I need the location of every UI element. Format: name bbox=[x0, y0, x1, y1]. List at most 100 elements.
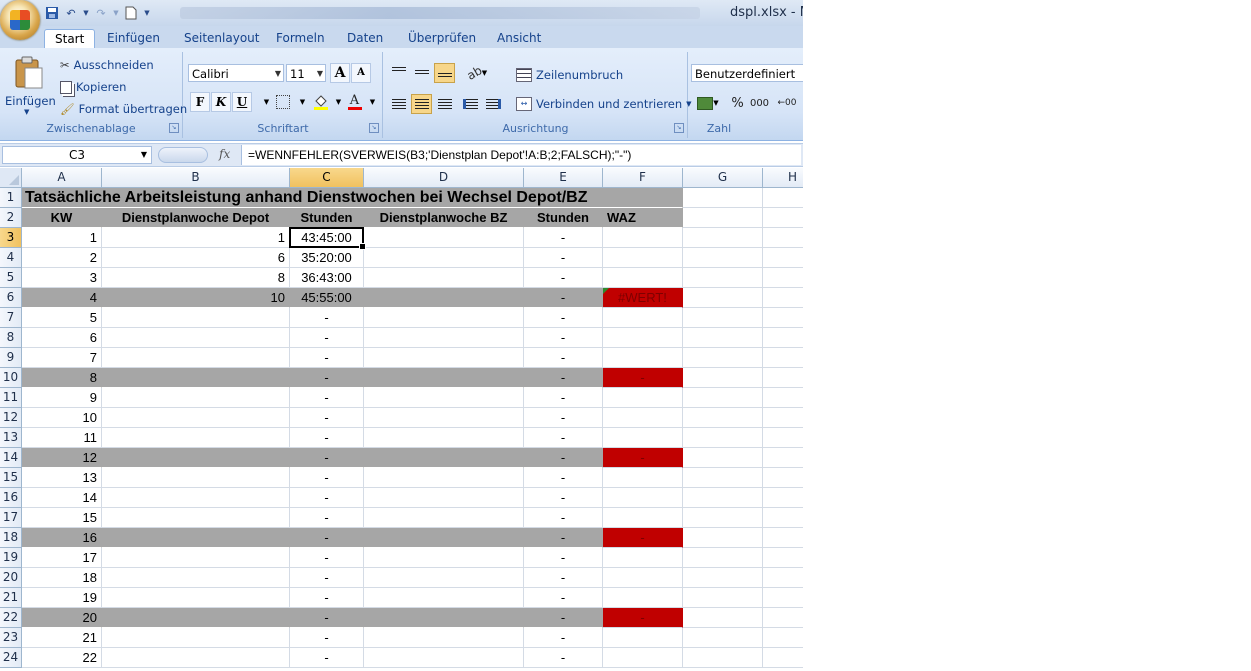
waz-cell[interactable] bbox=[603, 388, 683, 408]
redo-icon[interactable]: ↷ bbox=[93, 5, 109, 21]
stunden-depot-cell[interactable]: - bbox=[290, 448, 364, 468]
empty-cell[interactable] bbox=[763, 328, 803, 348]
row-header-13[interactable]: 13 bbox=[0, 428, 22, 448]
tab-start[interactable]: Start bbox=[44, 29, 96, 49]
dienstplanwoche-depot-cell[interactable] bbox=[102, 588, 290, 608]
format-painter-button[interactable]: 🖌 Format übertragen bbox=[60, 102, 187, 116]
kw-cell[interactable]: 7 bbox=[22, 348, 102, 368]
empty-cell[interactable] bbox=[763, 388, 803, 408]
dienstplanwoche-depot-cell[interactable] bbox=[102, 448, 290, 468]
column-header-d[interactable]: D bbox=[364, 168, 524, 188]
empty-cell[interactable] bbox=[763, 288, 803, 308]
empty-cell[interactable] bbox=[683, 328, 763, 348]
dienstplanwoche-depot-cell[interactable] bbox=[102, 548, 290, 568]
empty-cell[interactable] bbox=[763, 308, 803, 328]
kw-cell[interactable]: 12 bbox=[22, 448, 102, 468]
stunden-depot-cell[interactable]: - bbox=[290, 568, 364, 588]
undo-icon[interactable]: ↶ bbox=[63, 5, 79, 21]
stunden-bz-cell[interactable]: - bbox=[524, 648, 603, 668]
stunden-depot-cell[interactable]: - bbox=[290, 528, 364, 548]
row-header-6[interactable]: 6 bbox=[0, 288, 22, 308]
wrap-text-button[interactable]: Zeilenumbruch bbox=[516, 68, 623, 82]
kw-cell[interactable]: 15 bbox=[22, 508, 102, 528]
column-label-2[interactable]: Dienstplanwoche Depot bbox=[102, 208, 290, 228]
dienstplanwoche-bz-cell[interactable] bbox=[364, 648, 524, 668]
kw-cell[interactable]: 22 bbox=[22, 648, 102, 668]
row-header-8[interactable]: 8 bbox=[0, 328, 22, 348]
empty-cell[interactable] bbox=[683, 228, 763, 248]
stunden-depot-cell[interactable]: - bbox=[290, 588, 364, 608]
dienstplanwoche-depot-cell[interactable]: 1 bbox=[102, 228, 290, 248]
waz-cell[interactable] bbox=[603, 568, 683, 588]
dienstplanwoche-depot-cell[interactable] bbox=[102, 508, 290, 528]
stunden-depot-cell[interactable]: - bbox=[290, 328, 364, 348]
increase-indent-button[interactable] bbox=[483, 94, 504, 114]
stunden-bz-cell[interactable]: - bbox=[524, 408, 603, 428]
dienstplanwoche-bz-cell[interactable] bbox=[364, 328, 524, 348]
stunden-depot-cell[interactable]: - bbox=[290, 348, 364, 368]
dienstplanwoche-depot-cell[interactable] bbox=[102, 408, 290, 428]
empty-cell[interactable] bbox=[763, 528, 803, 548]
dienstplanwoche-depot-cell[interactable] bbox=[102, 308, 290, 328]
kw-cell[interactable]: 21 bbox=[22, 628, 102, 648]
stunden-bz-cell[interactable]: - bbox=[524, 628, 603, 648]
row-header-4[interactable]: 4 bbox=[0, 248, 22, 268]
empty-cell[interactable] bbox=[763, 408, 803, 428]
stunden-bz-cell[interactable]: - bbox=[524, 348, 603, 368]
empty-cell[interactable] bbox=[683, 348, 763, 368]
dienstplanwoche-bz-cell[interactable] bbox=[364, 228, 524, 248]
tab-einfuegen[interactable]: Einfügen bbox=[97, 29, 170, 48]
dienstplanwoche-depot-cell[interactable] bbox=[102, 628, 290, 648]
stunden-bz-cell[interactable]: - bbox=[524, 308, 603, 328]
dienstplanwoche-bz-cell[interactable] bbox=[364, 448, 524, 468]
row-header-7[interactable]: 7 bbox=[0, 308, 22, 328]
column-header-b[interactable]: B bbox=[102, 168, 290, 188]
dienstplanwoche-bz-cell[interactable] bbox=[364, 468, 524, 488]
stunden-depot-cell[interactable]: - bbox=[290, 468, 364, 488]
select-all-corner[interactable] bbox=[0, 168, 22, 188]
dienstplanwoche-depot-cell[interactable]: 8 bbox=[102, 268, 290, 288]
row-header-9[interactable]: 9 bbox=[0, 348, 22, 368]
stunden-depot-cell[interactable]: 43:45:00 bbox=[290, 228, 364, 248]
kw-cell[interactable]: 6 bbox=[22, 328, 102, 348]
waz-cell[interactable] bbox=[603, 428, 683, 448]
row-header-14[interactable]: 14 bbox=[0, 448, 22, 468]
dienstplanwoche-depot-cell[interactable] bbox=[102, 528, 290, 548]
increase-decimal-button[interactable]: ← 00 bbox=[775, 93, 799, 113]
align-bottom-button[interactable] bbox=[434, 63, 455, 83]
empty-cell[interactable] bbox=[683, 468, 763, 488]
waz-cell[interactable] bbox=[603, 468, 683, 488]
kw-cell[interactable]: 10 bbox=[22, 408, 102, 428]
stunden-depot-cell[interactable]: - bbox=[290, 548, 364, 568]
stunden-bz-cell[interactable]: - bbox=[524, 568, 603, 588]
column-header-c[interactable]: C bbox=[290, 168, 364, 188]
column-label-4[interactable]: Dienstplanwoche BZ bbox=[364, 208, 524, 228]
dienstplanwoche-bz-cell[interactable] bbox=[364, 428, 524, 448]
waz-cell[interactable]: - bbox=[603, 528, 683, 548]
waz-cell[interactable] bbox=[603, 588, 683, 608]
dienstplanwoche-depot-cell[interactable] bbox=[102, 388, 290, 408]
column-header-h[interactable]: H bbox=[763, 168, 803, 188]
dienstplanwoche-depot-cell[interactable] bbox=[102, 648, 290, 668]
font-launcher-icon[interactable]: ↘ bbox=[369, 123, 379, 133]
empty-cell[interactable] bbox=[683, 508, 763, 528]
stunden-bz-cell[interactable]: - bbox=[524, 288, 603, 308]
empty-cell[interactable] bbox=[763, 268, 803, 288]
dienstplanwoche-bz-cell[interactable] bbox=[364, 288, 524, 308]
shrink-font-button[interactable]: A bbox=[351, 63, 371, 83]
dienstplanwoche-bz-cell[interactable] bbox=[364, 568, 524, 588]
orientation-button[interactable]: ab ▼ bbox=[462, 63, 492, 83]
column-header-e[interactable]: E bbox=[524, 168, 603, 188]
column-label-5[interactable]: Stunden bbox=[524, 208, 603, 228]
empty-cell[interactable] bbox=[683, 268, 763, 288]
grow-font-button[interactable]: A bbox=[330, 63, 350, 83]
merge-center-button[interactable]: ↔ Verbinden und zentrieren ▼ bbox=[516, 97, 692, 111]
stunden-bz-cell[interactable]: - bbox=[524, 508, 603, 528]
empty-cell[interactable] bbox=[683, 548, 763, 568]
stunden-depot-cell[interactable]: - bbox=[290, 648, 364, 668]
waz-cell[interactable] bbox=[603, 488, 683, 508]
waz-cell[interactable] bbox=[603, 308, 683, 328]
function-icon[interactable]: fx bbox=[219, 147, 230, 161]
formula-input[interactable]: =WENNFEHLER(SVERWEIS(B3;'Dienstplan Depo… bbox=[241, 145, 801, 165]
empty-cell[interactable] bbox=[683, 648, 763, 668]
